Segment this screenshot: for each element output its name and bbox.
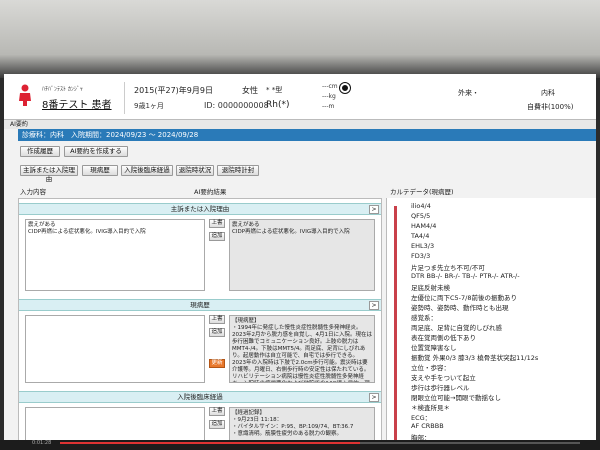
karte-line: ＊検査所見＊ <box>411 404 450 412</box>
karte-line: 閉眼立位可能→開眼で動揺なし <box>411 394 501 402</box>
karte-pane-label: カルテデータ(現病歴) <box>390 188 454 196</box>
karte-line: 左優位に両下C5-7/8前後の振動あり <box>411 294 517 302</box>
patient-sex: 女性 <box>242 86 258 95</box>
course-overwrite-button[interactable]: 上書 <box>209 407 225 416</box>
karte-line: FD3/3 <box>411 252 431 260</box>
course-section-title: 入院後臨床経過 <box>177 393 223 401</box>
female-patient-icon <box>18 84 32 106</box>
height-value: ---cm <box>322 83 338 90</box>
patient-age: 9歳1ヶ月 <box>134 102 164 110</box>
patient-id-value: 0000000008 <box>217 101 269 110</box>
karte-line: 位置覚障害なし <box>411 344 457 352</box>
karte-line: 姿勢時、姿勢時、動作時とも出現 <box>411 304 509 312</box>
department: 内科 <box>541 89 555 97</box>
expand-arrow-icon[interactable]: > <box>369 393 379 402</box>
tab-discharge-plan[interactable]: 退院時計封 <box>217 165 259 176</box>
input-pane-label: 入力内容 <box>20 188 46 196</box>
history-update-button[interactable]: 更新 <box>209 359 225 368</box>
visit-type[interactable]: 外来・ <box>458 88 479 98</box>
patient-header: ﾊﾁﾊﾞﾝﾃｽﾄ ｶﾝｼﾞｬ 8番テスト 患者 2015(平27)年9月9日 9… <box>4 74 596 120</box>
expand-arrow-icon[interactable]: > <box>369 301 379 310</box>
karte-line: 立位・歩容： <box>411 364 450 372</box>
karte-line: EHL3/3 <box>411 242 435 250</box>
patient-dob: 2015(平27)年9月9日 <box>134 86 213 95</box>
karte-line: TA4/4 <box>411 232 430 240</box>
monitor-bezel <box>0 0 600 78</box>
bmi-value: ---m <box>322 103 335 110</box>
history-append-button[interactable]: 追加 <box>209 328 225 337</box>
tab-discharge-status[interactable]: 退院時状況 <box>176 165 214 176</box>
course-append-button[interactable]: 追加 <box>209 420 225 429</box>
patient-id-label: ID: <box>204 101 216 110</box>
playback-progress-fill <box>60 442 360 444</box>
history-section-header: 現病歴 > <box>19 299 381 311</box>
playback-progress[interactable] <box>60 442 580 444</box>
ai-pane-label: AI要約結果 <box>194 188 227 196</box>
karte-line: 感覚系： <box>411 314 437 322</box>
reason-section-title: 主訴または入院理由 <box>170 205 230 213</box>
karte-line: ilio4/4 <box>411 202 431 210</box>
reason-ai-result[interactable]: 震えがある CIDP再燃による症状悪化。IVIG導入目的で入院 <box>229 219 375 291</box>
admission-period-bar: 診療科：内科 入院期間：2024/09/23 ～ 2024/09/28 <box>18 129 596 141</box>
karte-line: AF CRBBB <box>411 422 444 430</box>
status-dot-icon <box>340 83 350 93</box>
course-section-header: 入院後臨床経過 > <box>19 391 381 403</box>
summary-editor: 主訴または入院理由 > 震えがある CIDP再燃による症状悪化。IVIG導入目的… <box>18 198 382 446</box>
karte-line: 表在覚両側の低下あり <box>411 334 476 342</box>
reason-input-field[interactable]: 震えがある CIDP再燃による症状悪化。IVIG導入目的で入院 <box>25 219 205 291</box>
karte-line: QF5/5 <box>411 212 431 220</box>
window-title: AI要約 <box>4 120 596 129</box>
reason-section-header: 主訴または入院理由 > <box>19 203 381 215</box>
ai-summary-button[interactable]: AI要約を作成する <box>64 146 128 157</box>
rh-factor: Rh(*) <box>266 100 290 110</box>
patient-name[interactable]: 8番テスト 患者 <box>42 96 112 111</box>
karte-line: 支えや手をついて起立 <box>411 374 476 382</box>
weight-value: ---kg <box>322 93 336 100</box>
measurements: ---cm ---kg ---m <box>322 82 338 112</box>
reason-append-button[interactable]: 追加 <box>209 232 225 241</box>
tab-course[interactable]: 入院後臨床経過 <box>121 165 173 176</box>
screen: ﾊﾁﾊﾞﾝﾃｽﾄ ｶﾝｼﾞｬ 8番テスト 患者 2015(平27)年9月9日 9… <box>4 74 596 446</box>
playback-time: 0:01:28 <box>32 440 52 446</box>
karte-scrollbar[interactable] <box>394 206 397 446</box>
reason-overwrite-button[interactable]: 上書 <box>209 219 225 228</box>
header-divider <box>124 82 125 114</box>
history-overwrite-button[interactable]: 上書 <box>209 315 225 324</box>
patient-kana: ﾊﾁﾊﾞﾝﾃｽﾄ ｶﾝｼﾞｬ <box>42 86 83 93</box>
karte-line: HAM4/4 <box>411 222 437 230</box>
karte-line: 歩行は歩行器レベル <box>411 384 470 392</box>
tab-history[interactable]: 現病歴 <box>82 165 118 176</box>
karte-line: DTR BB-/- BR-/- TB-/- PTR-/- ATR-/- <box>411 272 520 280</box>
karte-line: 片足つま先立ち不可/不可 <box>411 264 485 272</box>
history-section-title: 現病歴 <box>190 301 210 309</box>
tab-reason[interactable]: 主訴または入院理由 <box>20 165 78 183</box>
history-button[interactable]: 作成履歴 <box>20 146 60 157</box>
karte-line: 両足底、足背に自覚的しびれ感 <box>411 324 502 332</box>
patient-id: ID: 0000000008 <box>204 101 269 110</box>
payment-type: 自費非(100%) <box>527 103 574 111</box>
karte-data-panel: ilio4/4 QF5/5 HAM4/4 TA4/4 EHL3/3 FD3/3 … <box>386 198 596 446</box>
history-ai-result[interactable]: 【現病歴】 ・1994年に発症した慢性炎症性脱髄性多発神経炎。2023年2月から… <box>229 315 375 383</box>
karte-line: 振動覚 外果0/3 膝3/3 橈骨茎状突起11/12s <box>411 354 539 362</box>
karte-line: ECG： <box>411 414 432 422</box>
blood-type: * *型 <box>266 86 283 94</box>
history-input-field[interactable] <box>25 315 205 383</box>
karte-line: 足底反射未検 <box>411 284 450 292</box>
expand-arrow-icon[interactable]: > <box>369 205 379 214</box>
